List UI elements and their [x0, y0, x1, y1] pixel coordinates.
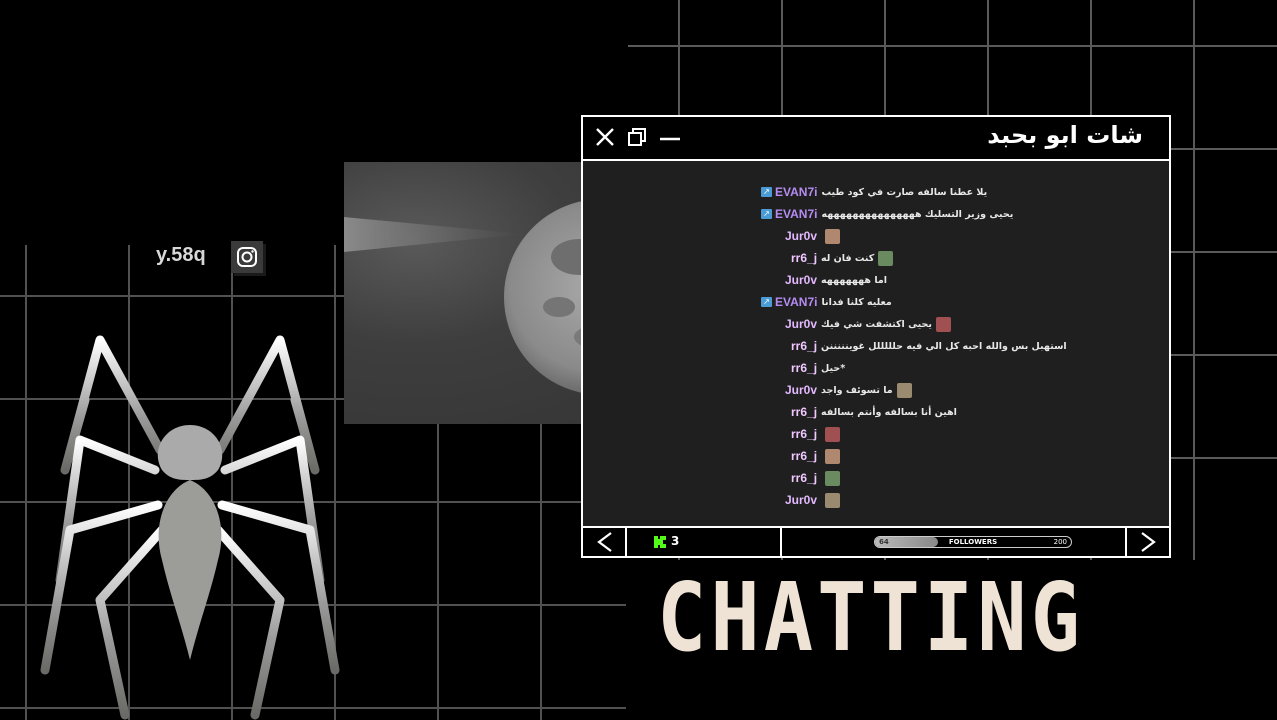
chat-message: rr6_j استهبل بس والله احبه كل الي فيه حلل…: [761, 335, 1067, 357]
chat-message: ↗ EVAN7i يلا عطنا سالفه صارت في كود طيب: [761, 181, 1061, 203]
chat-message-text: استهبل بس والله احبه كل الي فيه حلللللل …: [821, 340, 1067, 352]
chat-message-text: كنت فان له: [821, 252, 875, 264]
viewer-count: 3: [627, 528, 782, 556]
close-icon[interactable]: [595, 127, 615, 151]
chat-username[interactable]: rr6_j: [791, 339, 817, 353]
chat-message: rr6_j كنت فان له: [761, 247, 1061, 269]
spider-logo: [40, 335, 340, 720]
chat-emote-icon: [935, 316, 951, 332]
chat-username[interactable]: rr6_j: [791, 361, 817, 375]
followers-max: 200: [1053, 538, 1067, 546]
chat-username[interactable]: rr6_j: [791, 471, 817, 485]
chat-message: Jur0v ما تسوئف واجد: [761, 379, 1061, 401]
chat-message: Jur0v يحيى اكتشفت شي فيك: [761, 313, 1061, 335]
chat-message-text: اما هههههههه: [821, 274, 888, 286]
chat-message-text: يحيى اكتشفت شي فيك: [821, 318, 932, 330]
chat-username[interactable]: EVAN7i: [775, 207, 817, 221]
chat-message: rr6_j: [761, 445, 1061, 467]
chat-message-text: اهين أنا بسالفه وأنتم بسالفه: [821, 406, 957, 418]
chat-footer: 3 64 FOLLOWERS 200: [583, 526, 1169, 556]
followers-goal: 64 FOLLOWERS 200: [782, 528, 1127, 556]
instagram-icon[interactable]: [231, 241, 263, 273]
chat-username[interactable]: rr6_j: [791, 449, 817, 463]
chat-message-text: *حيل: [821, 362, 846, 374]
chat-username[interactable]: Jur0v: [785, 317, 817, 331]
restore-icon[interactable]: [627, 127, 647, 151]
chat-message: rr6_j: [761, 467, 1061, 489]
chat-message: rr6_j اهين أنا بسالفه وأنتم بسالفه: [761, 401, 1061, 423]
chat-username[interactable]: EVAN7i: [775, 185, 817, 199]
chat-emote-icon: [878, 250, 894, 266]
followers-progress-bar: 64 FOLLOWERS 200: [874, 536, 1072, 548]
user-badge-icon: ↗: [761, 187, 772, 197]
chat-message: rr6_j: [761, 423, 1061, 445]
followers-label: FOLLOWERS: [948, 538, 998, 546]
instagram-handle: y.58q: [156, 244, 206, 266]
chat-window: شات ابو بحبد ↗ EVAN7i يلا عطنا سالفه صارت …: [581, 115, 1171, 558]
user-badge-icon: ↗: [761, 209, 772, 219]
chat-message: ↗ EVAN7i يحيى وزير التسليك ههههههههههههههه…: [761, 203, 1061, 225]
chat-message: Jur0v اما هههههههه: [761, 269, 1061, 291]
chat-username[interactable]: Jur0v: [785, 493, 817, 507]
chat-emote-icon: [825, 448, 841, 464]
chat-message-list[interactable]: ↗ EVAN7i يلا عطنا سالفه صارت في كود طيب ↗ EV…: [761, 181, 1067, 511]
chat-username[interactable]: EVAN7i: [775, 295, 817, 309]
chat-username[interactable]: Jur0v: [785, 229, 817, 243]
chat-message: Jur0v: [761, 489, 1061, 511]
chat-username[interactable]: Jur0v: [785, 383, 817, 397]
chat-message-text: يحيى وزير التسليك هههههههههههههههه: [821, 208, 1014, 220]
chat-username[interactable]: rr6_j: [791, 405, 817, 419]
chat-username[interactable]: Jur0v: [785, 273, 817, 287]
chat-emote-icon: [825, 228, 841, 244]
chevron-right-icon: [1141, 532, 1156, 552]
next-button[interactable]: [1127, 528, 1169, 556]
chat-emote-icon: [896, 382, 912, 398]
user-badge-icon: ↗: [761, 297, 772, 307]
chevron-left-icon: [597, 532, 612, 552]
chatting-headline: CHATTING: [657, 563, 1084, 674]
viewer-count-value: 3: [671, 534, 680, 548]
chat-emote-icon: [825, 426, 841, 442]
chat-message: rr6_j *حيل: [761, 357, 1061, 379]
kick-logo-icon: [654, 536, 666, 548]
chat-message: Jur0v: [761, 225, 1061, 247]
chat-emote-icon: [825, 492, 841, 508]
chat-username[interactable]: rr6_j: [791, 251, 817, 265]
chat-titlebar: شات ابو بحبد: [583, 117, 1169, 161]
chat-message-text: معليه كلنا فدانا: [821, 296, 892, 308]
minimize-icon[interactable]: [659, 127, 681, 151]
chat-message-text: ما تسوئف واجد: [821, 384, 893, 396]
chat-message-text: يلا عطنا سالفه صارت في كود طيب: [821, 186, 988, 198]
chat-username[interactable]: rr6_j: [791, 427, 817, 441]
chat-emote-icon: [825, 470, 841, 486]
chat-title: شات ابو بحبد: [987, 121, 1143, 149]
chat-message: ↗ EVAN7i معليه كلنا فدانا: [761, 291, 1061, 313]
prev-button[interactable]: [583, 528, 627, 556]
